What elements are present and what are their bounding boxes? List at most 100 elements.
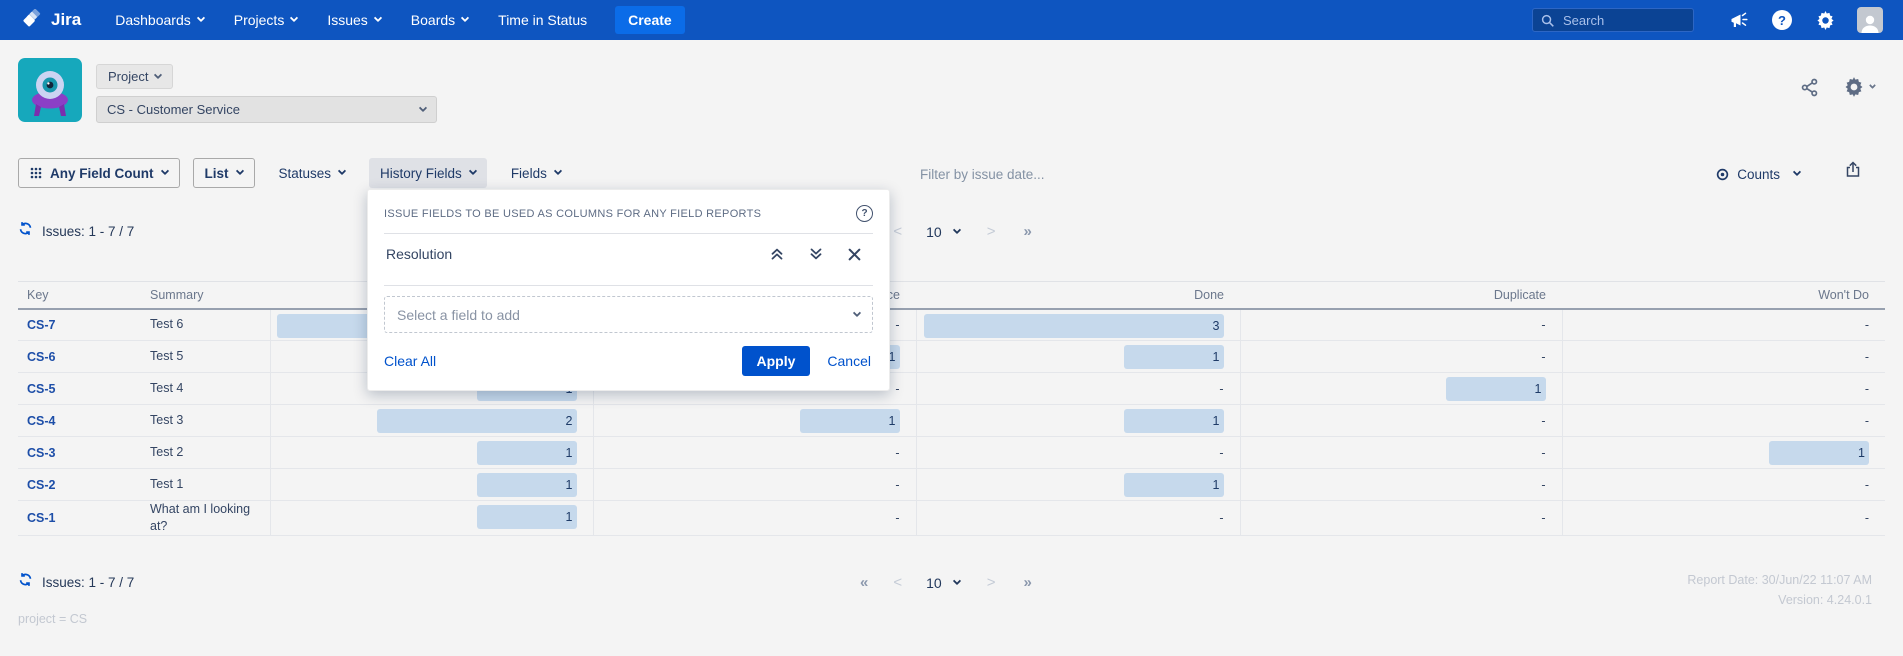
chevron-down-icon [160, 167, 168, 175]
remove-field-icon[interactable] [848, 248, 861, 261]
issue-key-link[interactable]: CS-6 [27, 350, 55, 364]
move-field-top-icon[interactable] [770, 247, 784, 261]
chevron-down-icon [419, 103, 427, 111]
issues-count-label: Issues: 1 - 7 / 7 [42, 224, 134, 239]
table-row: CS-6Test 511-- [18, 341, 1885, 373]
count-cell: 1 [916, 341, 1240, 373]
scope-selector[interactable]: Project [96, 64, 173, 89]
column-header-done[interactable]: Done [916, 282, 1240, 309]
issue-summary: Test 5 [145, 341, 270, 373]
view-button[interactable]: List [193, 158, 255, 188]
add-field-select[interactable]: Select a field to add [384, 296, 873, 333]
refresh-icon[interactable] [18, 221, 33, 241]
issues-count-label: Issues: 1 - 7 / 7 [42, 575, 134, 590]
next-page-button[interactable]: > [987, 574, 996, 591]
cancel-link[interactable]: Cancel [827, 353, 871, 369]
create-button[interactable]: Create [615, 6, 685, 34]
count-value: 1 [566, 469, 573, 501]
column-header-wont-do[interactable]: Won't Do [1562, 282, 1885, 309]
help-icon[interactable]: ? [1771, 9, 1793, 31]
count-bar [477, 473, 577, 497]
chevron-down-icon [1869, 81, 1876, 88]
count-bar [477, 505, 577, 529]
report-toolbar: Any Field Count List Statuses History Fi… [18, 158, 572, 188]
first-page-button[interactable]: « [860, 574, 867, 591]
divider [384, 285, 873, 286]
announcements-icon[interactable] [1728, 9, 1750, 31]
chevron-down-icon [197, 14, 205, 22]
share-icon[interactable] [1800, 78, 1819, 97]
report-type-button[interactable]: Any Field Count [18, 158, 180, 188]
eye-icon [1715, 167, 1730, 182]
add-field-placeholder: Select a field to add [397, 307, 520, 323]
issue-report-table: Key Summary Cannot Reproduce Done Duplic… [18, 281, 1885, 536]
count-value: 1 [1858, 437, 1865, 469]
count-cell: 1 [916, 405, 1240, 437]
column-header-key[interactable]: Key [18, 282, 145, 309]
search-input[interactable] [1563, 13, 1673, 28]
count-bar [1769, 441, 1869, 465]
count-cell: 1 [593, 405, 916, 437]
page-size-select[interactable]: 10 [926, 575, 960, 591]
count-cell: 1 [916, 469, 1240, 501]
issue-summary: Test 6 [145, 309, 270, 341]
chevron-down-icon [952, 576, 960, 584]
nav-item-boards[interactable]: Boards [411, 12, 468, 28]
nav-item-issues[interactable]: Issues [327, 12, 380, 28]
apply-button[interactable]: Apply [742, 346, 811, 376]
count-cell: - [593, 501, 916, 536]
issue-table-body: CS-7Test 63-3--CS-6Test 511--CS-5Test 41… [18, 309, 1885, 536]
count-cell: - [1562, 373, 1885, 405]
fields-dropdown[interactable]: Fields [500, 158, 572, 188]
report-meta: Report Date: 30/Jun/22 11:07 AM Version:… [1687, 570, 1872, 610]
search-box[interactable] [1532, 8, 1694, 32]
table-row: CS-4Test 3211-- [18, 405, 1885, 437]
last-page-button[interactable]: » [1023, 574, 1030, 591]
clear-all-link[interactable]: Clear All [384, 353, 436, 369]
chevron-down-icon [461, 14, 469, 22]
settings-gear-icon[interactable] [1843, 76, 1875, 98]
move-field-bottom-icon[interactable] [809, 247, 823, 261]
issue-key-link[interactable]: CS-3 [27, 446, 55, 460]
next-page-button[interactable]: > [987, 223, 996, 240]
statuses-dropdown[interactable]: Statuses [268, 158, 357, 188]
history-fields-dropdown[interactable]: History Fields [369, 158, 487, 188]
column-header-duplicate[interactable]: Duplicate [1240, 282, 1562, 309]
issue-summary: Test 4 [145, 373, 270, 405]
count-cell: - [916, 437, 1240, 469]
issue-key-link[interactable]: CS-1 [27, 511, 55, 525]
jira-logo[interactable]: Jira [22, 9, 81, 31]
page-size-select[interactable]: 10 [926, 224, 960, 240]
report-date: Report Date: 30/Jun/22 11:07 AM [1687, 570, 1872, 590]
table-row: CS-5Test 41--1- [18, 373, 1885, 405]
count-cell: 2 [270, 405, 593, 437]
project-select[interactable]: CS - Customer Service [96, 96, 437, 123]
nav-item-dashboards[interactable]: Dashboards [115, 12, 204, 28]
count-bar [924, 314, 1224, 338]
counts-dropdown[interactable]: Counts [1715, 160, 1800, 188]
count-cell: - [1240, 405, 1562, 437]
gear-icon[interactable] [1814, 9, 1836, 31]
issue-date-filter-input[interactable] [920, 161, 1220, 187]
refresh-icon[interactable] [18, 572, 33, 592]
jql-filter-text: project = CS [18, 612, 87, 626]
nav-item-time-in-status[interactable]: Time in Status [498, 12, 587, 28]
help-icon[interactable]: ? [856, 205, 873, 222]
count-cell: - [1562, 469, 1885, 501]
issue-key-link[interactable]: CS-7 [27, 318, 55, 332]
count-cell: - [1562, 309, 1885, 341]
issue-key-link[interactable]: CS-2 [27, 478, 55, 492]
popup-title: ISSUE FIELDS TO BE USED AS COLUMNS FOR A… [384, 205, 761, 220]
last-page-button[interactable]: » [1023, 223, 1030, 240]
user-avatar[interactable] [1857, 7, 1883, 33]
prev-page-button[interactable]: < [893, 574, 902, 591]
issue-key-link[interactable]: CS-5 [27, 382, 55, 396]
column-header-summary[interactable]: Summary [145, 282, 270, 309]
count-cell: 1 [270, 469, 593, 501]
prev-page-button[interactable]: < [893, 223, 902, 240]
count-cell: 3 [916, 309, 1240, 341]
nav-item-projects[interactable]: Projects [234, 12, 298, 28]
issue-key-link[interactable]: CS-4 [27, 414, 55, 428]
issue-summary: Test 3 [145, 405, 270, 437]
export-icon[interactable] [1844, 160, 1862, 184]
